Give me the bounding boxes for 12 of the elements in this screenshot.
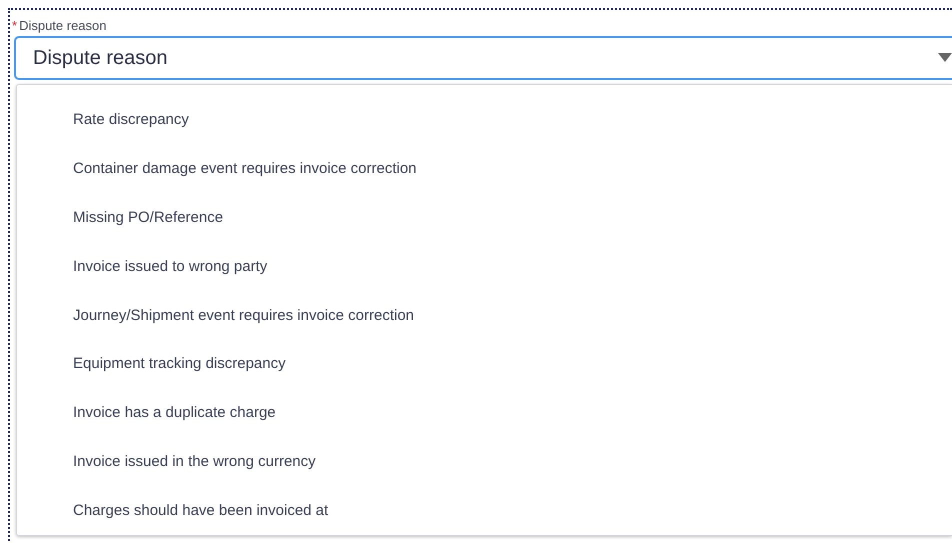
menu-option[interactable]: Invoice has a duplicate charge bbox=[73, 404, 276, 422]
required-mark: * bbox=[12, 18, 18, 32]
dispute-reason-select[interactable]: Dispute reason bbox=[14, 36, 952, 80]
menu-option[interactable]: Rate discrepancy bbox=[73, 110, 189, 128]
menu-option[interactable]: Container damage event requires invoice correction bbox=[73, 160, 417, 177]
field-label: Dispute reason bbox=[19, 18, 107, 32]
menu-option[interactable]: Invoice issued in the wrong currency bbox=[73, 453, 316, 470]
menu-option[interactable]: Missing PO/Reference bbox=[73, 208, 224, 226]
menu-option[interactable]: Invoice issued to wrong party bbox=[73, 258, 268, 275]
menu-option[interactable]: Journey/Shipment event requires invoice correction bbox=[73, 306, 414, 324]
menu-option[interactable]: Charges should have been invoiced at bbox=[73, 502, 328, 520]
menu-option[interactable]: Equipment tracking discrepancy bbox=[73, 355, 286, 372]
